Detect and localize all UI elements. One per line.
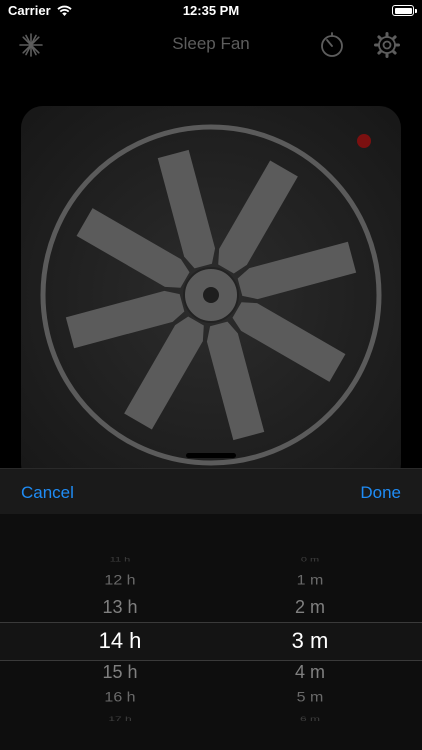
picker-toolbar: Cancel Done xyxy=(0,468,422,515)
hours-wheel[interactable]: 11 h 12 h 13 h 14 h 15 h 16 h 17 h xyxy=(20,514,220,750)
timer-icon[interactable] xyxy=(318,31,346,59)
fan-icon[interactable] xyxy=(38,122,384,468)
time-picker[interactable]: 11 h 12 h 13 h 14 h 15 h 16 h 17 h 0 m 1… xyxy=(0,514,422,750)
picker-row[interactable]: 4 m xyxy=(210,662,410,683)
picker-row[interactable]: 6 m xyxy=(210,715,410,723)
fan-hub-center xyxy=(203,287,219,303)
status-bar: Carrier 12:35 PM xyxy=(0,0,422,24)
status-time: 12:35 PM xyxy=(182,3,240,18)
cancel-button[interactable]: Cancel xyxy=(21,483,74,503)
picker-row[interactable]: 11 h xyxy=(20,557,220,564)
picker-row[interactable]: 16 h xyxy=(20,690,220,706)
battery-icon xyxy=(392,5,417,16)
picker-row[interactable]: 15 h xyxy=(20,662,220,683)
done-button[interactable]: Done xyxy=(360,483,401,503)
picker-row[interactable]: 2 m xyxy=(210,597,410,618)
gear-icon[interactable] xyxy=(373,31,401,59)
picker-row[interactable]: 12 h xyxy=(20,573,220,589)
home-indicator xyxy=(186,453,236,458)
picker-row[interactable]: 13 h xyxy=(20,597,220,618)
picker-row[interactable]: 5 m xyxy=(210,690,410,706)
picker-row-selected[interactable]: 14 h xyxy=(20,628,220,654)
picker-row[interactable]: 0 m xyxy=(210,557,410,564)
picker-row-selected[interactable]: 3 m xyxy=(210,628,410,654)
nav-bar: Sleep Fan xyxy=(0,24,422,64)
picker-row[interactable]: 1 m xyxy=(210,573,410,589)
picker-row[interactable]: 17 h xyxy=(20,715,220,723)
minutes-wheel[interactable]: 0 m 1 m 2 m 3 m 4 m 5 m 6 m xyxy=(210,514,410,750)
page-title: Sleep Fan xyxy=(172,34,250,53)
